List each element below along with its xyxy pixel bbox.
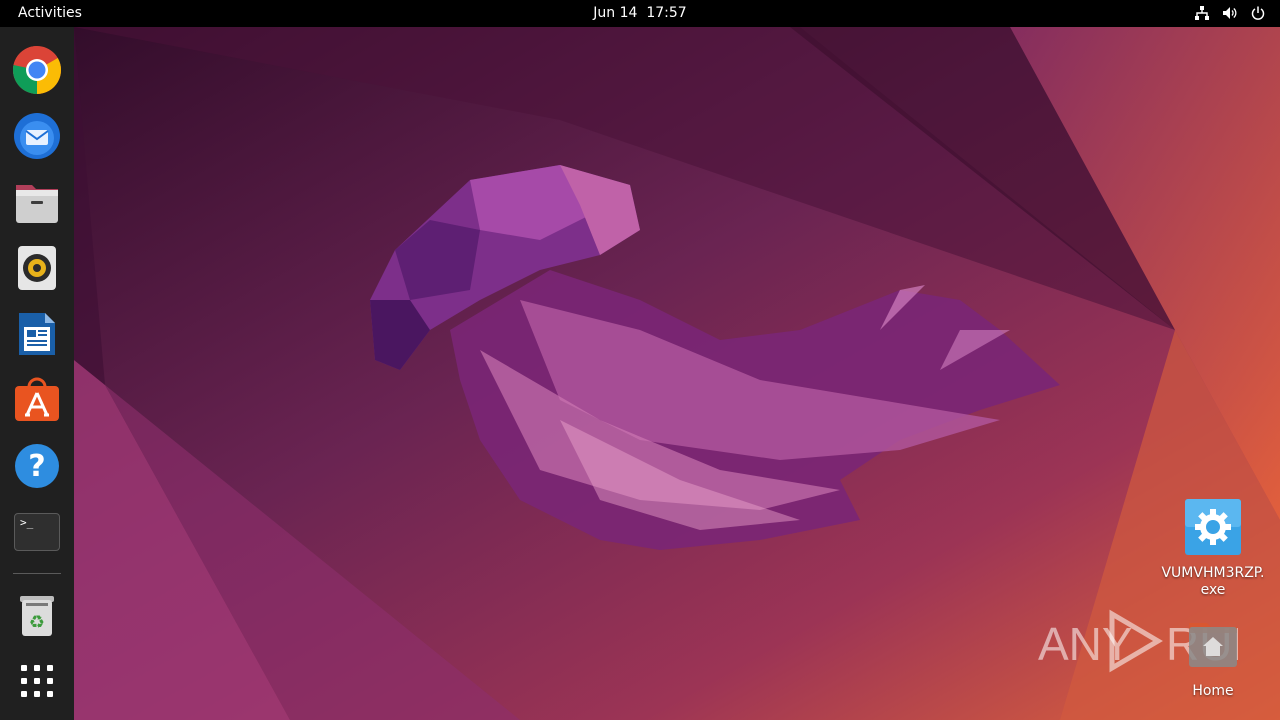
files-icon[interactable] xyxy=(10,175,64,229)
desktop-icon-home[interactable]: Home xyxy=(1158,617,1268,700)
thunderbird-icon[interactable] xyxy=(10,109,64,163)
desktop-icon-exe-label: VUMVHM3RZP. exe xyxy=(1161,565,1265,598)
power-icon[interactable] xyxy=(1250,5,1266,21)
clock-time: 17:57 xyxy=(646,5,687,21)
svg-text:?: ? xyxy=(28,449,45,484)
clock-button[interactable]: Jun 14 17:57 xyxy=(593,5,686,21)
top-bar: Activities Jun 14 17:57 xyxy=(0,0,1280,27)
chrome-icon[interactable] xyxy=(10,43,64,97)
dock-separator xyxy=(13,573,61,574)
dock: ? >_ ♻ xyxy=(0,27,74,720)
show-apps-icon[interactable] xyxy=(10,654,64,708)
system-tray[interactable] xyxy=(1194,5,1266,21)
clock-date: Jun 14 xyxy=(593,5,638,21)
clock: Jun 14 17:57 xyxy=(0,5,1280,21)
svg-text:♻: ♻ xyxy=(29,612,45,633)
settings-gear-icon xyxy=(1185,499,1241,555)
activities-button[interactable]: Activities xyxy=(18,5,82,21)
terminal-icon[interactable]: >_ xyxy=(10,505,64,559)
libreoffice-writer-icon[interactable] xyxy=(10,307,64,361)
rhythmbox-icon[interactable] xyxy=(10,241,64,295)
app-center-icon[interactable] xyxy=(10,373,64,427)
home-folder-icon xyxy=(1185,617,1241,673)
terminal-prompt: >_ xyxy=(20,516,34,529)
trash-icon[interactable]: ♻ xyxy=(10,588,64,642)
desktop-icon-home-label: Home xyxy=(1192,683,1234,699)
desktop-icon-exe[interactable]: VUMVHM3RZP. exe xyxy=(1158,499,1268,599)
help-icon[interactable]: ? xyxy=(10,439,64,493)
network-icon[interactable] xyxy=(1194,5,1210,21)
volume-icon[interactable] xyxy=(1222,5,1238,21)
